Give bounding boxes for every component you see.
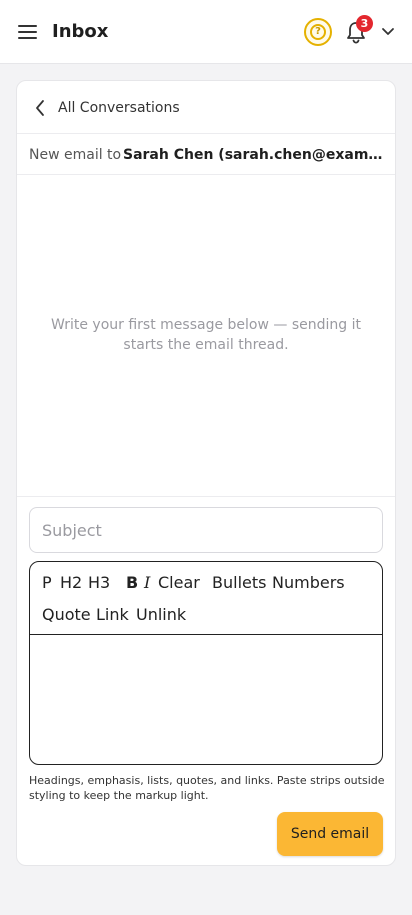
- bold-button[interactable]: B: [126, 573, 138, 593]
- message-editor: P H2 H3 B I Clear Bullets Numbers Quote …: [29, 561, 383, 765]
- numbers-button[interactable]: Numbers: [272, 573, 345, 593]
- recipient-prefix: New email to: [29, 147, 122, 163]
- unlink-button[interactable]: Unlink: [136, 605, 186, 625]
- send-email-button[interactable]: Send email: [277, 812, 383, 856]
- conversation-header: All Conversations: [17, 81, 395, 134]
- quote-button[interactable]: Quote: [42, 605, 91, 625]
- subject-input[interactable]: [29, 507, 383, 553]
- question-circle-icon[interactable]: ?: [304, 18, 332, 46]
- heading3-button[interactable]: H3: [88, 573, 110, 593]
- conversation-card: All Conversations New email to Sarah Che…: [16, 80, 396, 866]
- page-title: Inbox: [52, 21, 109, 42]
- back-to-conversations-link[interactable]: All Conversations: [58, 98, 180, 118]
- empty-thread-hint: Write your first message below — sending…: [51, 317, 361, 353]
- chevron-left-icon[interactable]: [34, 99, 46, 117]
- hamburger-line: [18, 25, 37, 27]
- bullets-button[interactable]: Bullets: [212, 573, 266, 593]
- formatting-toolbar: P H2 H3 B I Clear Bullets Numbers Quote …: [30, 562, 382, 635]
- chevron-down-icon[interactable]: [381, 26, 395, 38]
- message-thread: Write your first message below — sending…: [17, 175, 395, 497]
- editor-help-text: Headings, emphasis, lists, quotes, and l…: [29, 774, 385, 802]
- heading2-button[interactable]: H2: [60, 573, 82, 593]
- clear-format-button[interactable]: Clear: [158, 573, 200, 593]
- hamburger-line: [18, 37, 37, 39]
- italic-button[interactable]: I: [144, 573, 150, 593]
- hamburger-menu-icon[interactable]: [18, 23, 38, 41]
- notification-count-badge: 3: [356, 15, 373, 32]
- paragraph-button[interactable]: P: [42, 573, 52, 593]
- link-button[interactable]: Link: [96, 605, 129, 625]
- question-mark-glyph: ?: [310, 24, 326, 40]
- message-body-editor[interactable]: [30, 635, 382, 764]
- recipient-name: Sarah Chen (sarah.chen@example.com): [123, 147, 385, 163]
- hamburger-line: [18, 31, 37, 33]
- top-bar: Inbox ? 3: [0, 0, 412, 64]
- recipient-row: New email to Sarah Chen (sarah.chen@exam…: [17, 134, 395, 175]
